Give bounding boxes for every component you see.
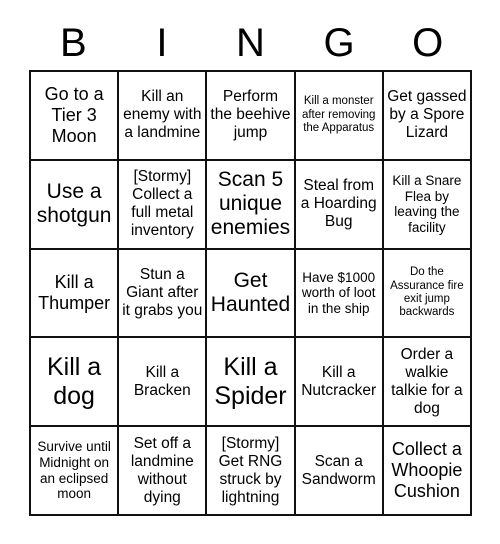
bingo-cell-label: Kill a monster after removing the Appara… <box>301 95 376 135</box>
bingo-cell-i5[interactable]: Set off a landmine without dying <box>119 427 208 516</box>
bingo-cell-o1[interactable]: Get gassed by a Spore Lizard <box>383 72 472 161</box>
bingo-cell-b5[interactable]: Survive until Midnight on an eclipsed mo… <box>31 427 120 516</box>
bingo-cell-label: Have $1000 worth of loot in the ship <box>301 269 376 316</box>
bingo-cell-label: Stun a Giant after it grabs you <box>122 266 203 319</box>
bingo-cell-b1[interactable]: Go to a Tier 3 Moon <box>31 72 120 161</box>
bingo-cell-i3[interactable]: Stun a Giant after it grabs you <box>119 249 208 339</box>
bingo-cell-b4[interactable]: Kill a dog <box>31 338 120 428</box>
header-letter-i: I <box>156 21 168 65</box>
bingo-cell-label: Collect a Whoopie Cushion <box>391 439 463 502</box>
bingo-cell-label: Perform the beehive jump <box>210 88 291 142</box>
bingo-cell-label: Kill a Nutcracker <box>301 363 377 399</box>
header-letter-g: G <box>323 21 355 65</box>
bingo-cell-label: Use a shotgun <box>36 179 112 228</box>
bingo-cell-g1[interactable]: Kill a monster after removing the Appara… <box>295 72 384 161</box>
bingo-cell-b2[interactable]: Use a shotgun <box>31 160 120 250</box>
bingo-cell-label: [Stormy] Get RNG struck by lightning <box>218 434 283 506</box>
bingo-cell-label: Scan 5 unique enemies <box>210 167 291 240</box>
bingo-cell-label: [Stormy] Collect a full metal inventory <box>130 168 194 240</box>
bingo-cell-label: Kill a Thumper <box>38 272 111 313</box>
bingo-cell-label: Kill a dog <box>47 352 102 410</box>
header-letter-b: B <box>59 21 87 65</box>
bingo-cell-o4[interactable]: Order a walkie talkie for a dog <box>383 338 472 428</box>
bingo-grid: Go to a Tier 3 Moon Kill an enemy with a… <box>29 70 472 516</box>
header-letter-n: N <box>236 21 265 65</box>
bingo-cell-label: Kill an enemy with a landmine <box>123 88 202 142</box>
bingo-cell-label: Get Haunted <box>210 268 291 316</box>
bingo-cell-label: Go to a Tier 3 Moon <box>44 84 104 146</box>
bingo-cell-label: Scan a Sandworm <box>301 452 376 488</box>
bingo-cell-n4[interactable]: Kill a Spider <box>207 338 296 428</box>
bingo-cell-o3[interactable]: Do the Assurance fire exit jump backward… <box>383 249 472 339</box>
bingo-cell-g2[interactable]: Steal from a Hoarding Bug <box>295 160 384 250</box>
bingo-cell-g5[interactable]: Scan a Sandworm <box>295 427 384 516</box>
bingo-cell-label: Order a walkie talkie for a dog <box>391 345 463 417</box>
bingo-cell-label: Survive until Midnight on an eclipsed mo… <box>37 439 111 502</box>
bingo-cell-n3[interactable]: Get Haunted <box>207 249 296 339</box>
bingo-cell-o2[interactable]: Kill a Snare Flea by leaving the facilit… <box>383 160 472 250</box>
bingo-cell-i4[interactable]: Kill a Bracken <box>119 338 208 428</box>
bingo-cell-label: Do the Assurance fire exit jump backward… <box>390 266 464 319</box>
bingo-cell-label: Get gassed by a Spore Lizard <box>387 88 467 142</box>
bingo-cell-n2[interactable]: Scan 5 unique enemies <box>207 160 296 250</box>
bingo-cell-g4[interactable]: Kill a Nutcracker <box>295 338 384 428</box>
bingo-cell-o5[interactable]: Collect a Whoopie Cushion <box>383 427 472 516</box>
bingo-cell-label: Set off a landmine without dying <box>130 434 194 506</box>
bingo-cell-n5[interactable]: [Stormy] Get RNG struck by lightning <box>207 427 296 516</box>
header-letter-o: O <box>412 21 444 65</box>
bingo-cell-label: Kill a Bracken <box>133 363 191 399</box>
bingo-card: B I N G O Go to a Tier 3 Moon Kill an en… <box>0 0 500 544</box>
bingo-cell-i2[interactable]: [Stormy] Collect a full metal inventory <box>119 160 208 250</box>
bingo-cell-label: Steal from a Hoarding Bug <box>300 177 377 231</box>
bingo-cell-label: Kill a Snare Flea by leaving the facilit… <box>392 172 462 235</box>
bingo-header-row: B I N G O <box>29 16 472 70</box>
bingo-cell-label: Kill a Spider <box>214 352 287 410</box>
bingo-cell-n1[interactable]: Perform the beehive jump <box>207 72 296 161</box>
bingo-cell-i1[interactable]: Kill an enemy with a landmine <box>119 72 208 161</box>
bingo-cell-g3[interactable]: Have $1000 worth of loot in the ship <box>295 249 384 339</box>
bingo-cell-b3[interactable]: Kill a Thumper <box>31 249 120 339</box>
